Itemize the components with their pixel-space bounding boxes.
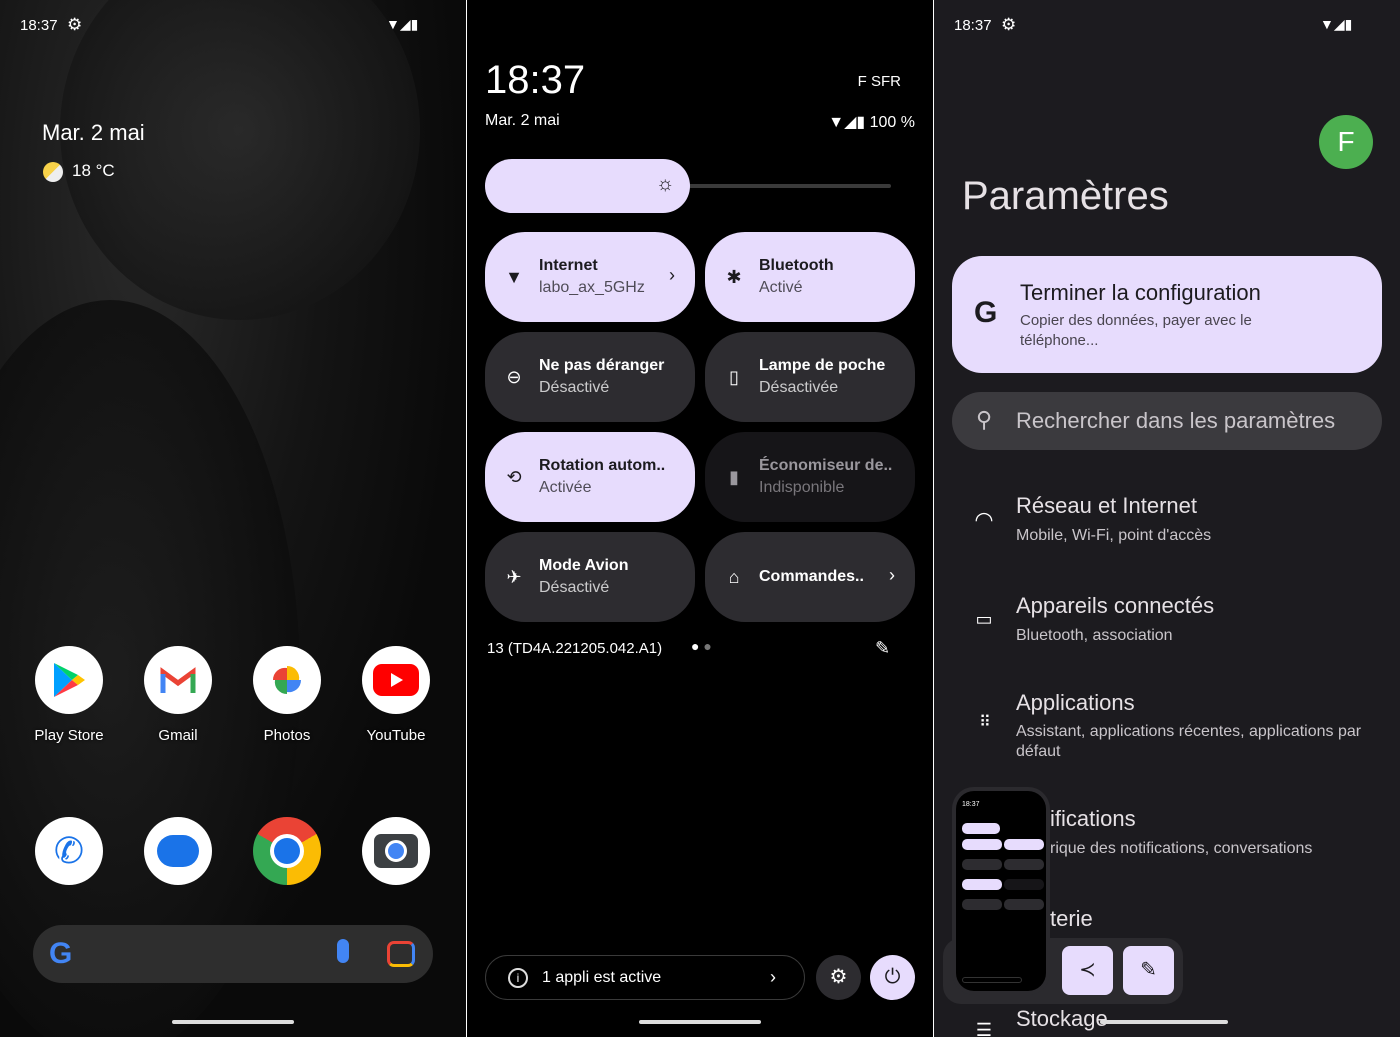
google-g-icon: G	[974, 296, 998, 329]
do-not-disturb-icon: ⊖	[506, 366, 522, 387]
flashlight-icon: ▯	[729, 366, 739, 387]
status-icons: ▼◢▮	[386, 16, 419, 32]
gear-icon: ⚙	[829, 966, 848, 988]
page-indicator: ● ●	[691, 638, 712, 654]
nav-handle[interactable]	[1100, 1020, 1228, 1024]
google-g-icon: G	[49, 937, 73, 970]
page-title: Paramètres	[962, 174, 1169, 218]
search-icon: ⚲	[976, 407, 993, 432]
auto-rotate-icon: ⟲	[506, 466, 522, 487]
edit-screenshot-button[interactable]: ✎	[1123, 946, 1174, 995]
info-icon: i	[508, 967, 528, 988]
tile-wifi[interactable]: ▼ Internet labo_ax_5GHz ›	[485, 232, 695, 322]
battery-saver-icon: ▮	[729, 466, 739, 487]
build-number[interactable]: 13 (TD4A.221205.042.A1)	[487, 640, 662, 657]
youtube-icon	[362, 646, 430, 714]
dock-camera[interactable]	[346, 817, 446, 885]
dock-chrome[interactable]	[237, 817, 337, 885]
screenshot-thumbnail[interactable]: 18:37	[952, 787, 1050, 995]
power-icon: ⏻	[884, 966, 901, 988]
chevron-right-icon: ›	[889, 565, 895, 585]
weather-icon	[43, 162, 63, 182]
weather-temp[interactable]: 18 °C	[72, 161, 115, 181]
carrier: F SFR	[857, 73, 901, 90]
devices-icon: ▭	[975, 609, 993, 629]
tile-bluetooth[interactable]: ✱ Bluetooth Activé	[705, 232, 915, 322]
share-button[interactable]: ≺	[1062, 946, 1113, 995]
quick-settings: 18:37 F SFR Mar. 2 mai ▼◢▮ 100 % ☼ ▼ Inte…	[467, 0, 933, 1037]
battery-status: ▼◢▮ 100 %	[828, 114, 915, 131]
chevron-right-icon: ›	[770, 967, 776, 987]
phone-icon: ✆	[35, 817, 103, 885]
brightness-icon: ☼	[656, 173, 675, 195]
google-search-bar[interactable]: G	[33, 925, 433, 983]
avatar[interactable]: F	[1319, 115, 1373, 169]
photos-icon	[253, 646, 321, 714]
date-widget[interactable]: Mar. 2 mai	[42, 120, 145, 146]
dock-messages[interactable]	[128, 817, 228, 885]
brightness-slider[interactable]: ☼	[485, 159, 691, 213]
divider	[466, 0, 467, 1037]
dock-phone[interactable]: ✆	[19, 817, 119, 885]
home-icon: ⌂	[728, 566, 740, 587]
home-screen: 18:37 ⚙ ▼◢▮ Mar. 2 mai 18 °C Play Store …	[0, 0, 466, 1037]
app-photos[interactable]: Photos	[237, 646, 337, 744]
play-store-icon	[35, 646, 103, 714]
status-time: 18:37	[954, 17, 992, 34]
divider	[933, 0, 934, 1037]
app-youtube[interactable]: YouTube	[346, 646, 446, 744]
share-icon: ≺	[1079, 959, 1096, 981]
pencil-icon: ✎	[1140, 959, 1157, 981]
chevron-right-icon: ›	[669, 265, 675, 285]
power-button[interactable]: ⏻	[870, 955, 915, 1000]
settings-gear-icon: ⚙	[1001, 15, 1017, 34]
nav-handle[interactable]	[172, 1020, 294, 1024]
settings-button[interactable]: ⚙	[816, 955, 861, 1000]
chrome-icon	[253, 817, 321, 885]
app-play-store[interactable]: Play Store	[19, 646, 119, 744]
setup-card[interactable]: G Terminer la configuration Copier des d…	[952, 256, 1382, 373]
wifi-icon: ◠	[974, 507, 994, 532]
status-icons: ▼◢▮	[1320, 16, 1353, 32]
search-settings-input[interactable]: ⚲ Rechercher dans les paramètres	[952, 392, 1382, 450]
airplane-icon: ✈	[506, 566, 522, 587]
wifi-icon: ▼	[505, 266, 523, 287]
tile-home[interactable]: ⌂ Commandes.. ›	[705, 532, 915, 622]
app-gmail[interactable]: Gmail	[128, 646, 228, 744]
edit-icon[interactable]: ✎	[875, 638, 890, 659]
tile-do-not-disturb[interactable]: ⊖ Ne pas déranger Désactivé	[485, 332, 695, 422]
tile-airplane[interactable]: ✈ Mode Avion Désactivé	[485, 532, 695, 622]
status-time: 18:37	[20, 17, 58, 34]
tile-flashlight[interactable]: ▯ Lampe de poche Désactivée	[705, 332, 915, 422]
qs-time[interactable]: 18:37	[485, 58, 585, 103]
qs-date[interactable]: Mar. 2 mai	[485, 112, 560, 130]
bluetooth-icon: ✱	[726, 266, 742, 287]
apps-grid-icon: ⠿	[979, 714, 991, 731]
tile-battery-saver[interactable]: ▮ Économiseur de.. Indisponible	[705, 432, 915, 522]
active-apps-button[interactable]: i 1 appli est active ›	[485, 955, 805, 1000]
status-icons: ▼◢▮	[828, 114, 870, 131]
nav-handle[interactable]	[639, 1020, 761, 1024]
lens-icon[interactable]	[387, 941, 415, 967]
microphone-icon[interactable]	[337, 939, 349, 963]
camera-icon	[362, 817, 430, 885]
gmail-icon	[144, 646, 212, 714]
settings-gear-icon: ⚙	[67, 15, 83, 34]
tile-auto-rotate[interactable]: ⟲ Rotation autom.. Activée	[485, 432, 695, 522]
messages-icon	[144, 817, 212, 885]
settings-screen: 18:37 ⚙ ▼◢▮ F Paramètres G Terminer la c…	[934, 0, 1400, 1037]
storage-icon: ☰	[975, 1020, 993, 1037]
